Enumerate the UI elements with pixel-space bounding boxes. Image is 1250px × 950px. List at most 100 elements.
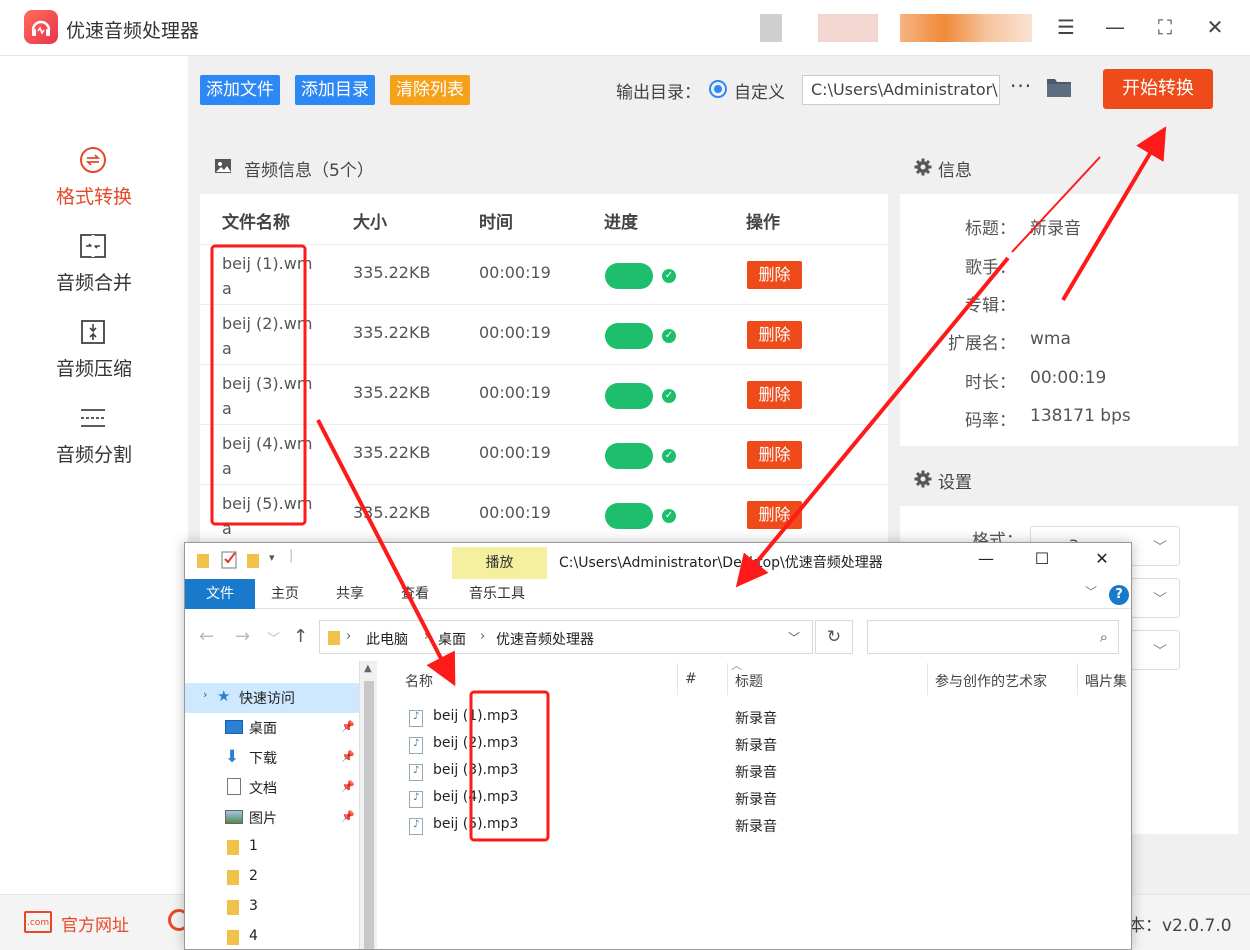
nav-item-desktop[interactable]: 桌面 📌 bbox=[185, 713, 359, 743]
customize-dropdown-icon[interactable]: ▾ bbox=[269, 551, 275, 564]
delete-button[interactable]: 删除 bbox=[747, 501, 802, 529]
nav-item-pictures[interactable]: 图片 📌 bbox=[185, 803, 359, 833]
back-arrow-icon[interactable]: ← bbox=[199, 626, 214, 647]
sidebar-item-audio-merge[interactable]: 音频合并 bbox=[0, 232, 188, 312]
delete-button[interactable]: 删除 bbox=[747, 321, 802, 349]
scroll-up-icon[interactable]: ▲ bbox=[364, 663, 372, 674]
breadcrumb-this-pc[interactable]: 此电脑 bbox=[366, 629, 408, 649]
column-header-album[interactable]: 唱片集 bbox=[1085, 671, 1127, 691]
chevron-down-icon[interactable]: ﹀ bbox=[788, 629, 800, 646]
nav-item-folder-4[interactable]: 4 bbox=[185, 923, 359, 949]
address-bar[interactable]: › 此电脑 › 桌面 › 优速音频处理器 ﹀ bbox=[319, 620, 813, 654]
delete-button[interactable]: 删除 bbox=[747, 381, 802, 409]
file-name: beij (2).wma bbox=[222, 314, 313, 358]
pin-icon[interactable]: 📌 bbox=[341, 720, 355, 733]
forward-arrow-icon[interactable]: → bbox=[235, 626, 250, 647]
sidebar-item-audio-split[interactable]: 音频分割 bbox=[0, 404, 188, 484]
navigation-bar: ← → ﹀ ↑ › 此电脑 › 桌面 › 优速音频处理器 ﹀ ↻ ⌕ bbox=[185, 618, 1131, 658]
table-row[interactable]: beij (2).wma 335.22KB 00:00:19 ✓ 删除 bbox=[200, 304, 888, 364]
nav-item-downloads[interactable]: ⬇ 下载 📌 bbox=[185, 743, 359, 773]
file-row[interactable]: beij (1).mp3 新录音 bbox=[381, 704, 1131, 731]
table-row[interactable]: beij (4).wma 335.22KB 00:00:19 ✓ 删除 bbox=[200, 424, 888, 484]
tab-home[interactable]: 主页 bbox=[261, 579, 309, 609]
file-row[interactable]: beij (4).mp3 新录音 bbox=[381, 785, 1131, 812]
new-folder-icon[interactable] bbox=[247, 552, 259, 572]
clear-list-button[interactable]: 清除列表 bbox=[390, 75, 470, 105]
download-icon: ⬇ bbox=[225, 747, 240, 767]
file-row[interactable]: beij (3).mp3 新录音 bbox=[381, 758, 1131, 785]
navigation-scrollbar[interactable]: ▲ bbox=[359, 661, 377, 949]
output-path-input[interactable]: C:\Users\Administrator\ bbox=[802, 75, 1000, 105]
nav-item-quick-access[interactable]: › ★ 快速访问 bbox=[185, 683, 359, 713]
table-row[interactable]: beij (5).wma 335.22KB 00:00:19 ✓ 删除 bbox=[200, 484, 888, 544]
chevron-down-icon[interactable]: ﹀ bbox=[1085, 583, 1097, 600]
explorer-title-path: C:\Users\Administrator\Desktop\优速音频处理器 bbox=[559, 555, 883, 571]
scrollbar-thumb[interactable] bbox=[364, 681, 374, 949]
chevron-down-icon: ﹀ bbox=[1153, 540, 1167, 556]
breadcrumb-app-folder[interactable]: 优速音频处理器 bbox=[496, 629, 594, 649]
help-icon[interactable]: ? bbox=[1109, 585, 1129, 605]
info-field-bitrate: 码率： 138171 bps bbox=[900, 406, 1238, 436]
nav-item-folder-1[interactable]: 1 bbox=[185, 833, 359, 863]
menu-icon[interactable]: ☰ bbox=[1051, 12, 1081, 42]
search-input[interactable]: ⌕ bbox=[867, 620, 1119, 654]
nav-item-folder-2[interactable]: 2 bbox=[185, 863, 359, 893]
file-size: 335.22KB bbox=[353, 383, 431, 402]
column-header-name[interactable]: 名称 bbox=[405, 671, 433, 691]
tab-file[interactable]: 文件 bbox=[185, 579, 255, 609]
mp3-file-icon bbox=[409, 818, 423, 835]
user-account-blurred[interactable] bbox=[760, 12, 1032, 44]
up-arrow-icon[interactable]: ↑ bbox=[293, 626, 308, 647]
breadcrumb-desktop[interactable]: 桌面 bbox=[438, 629, 466, 649]
nav-item-folder-3[interactable]: 3 bbox=[185, 893, 359, 923]
properties-icon[interactable] bbox=[221, 549, 239, 573]
column-divider[interactable] bbox=[727, 663, 728, 695]
browse-more-button[interactable]: ··· bbox=[1010, 74, 1032, 98]
open-folder-icon[interactable] bbox=[1046, 76, 1072, 98]
context-tab-play[interactable]: 播放 bbox=[452, 547, 547, 579]
maximize-icon[interactable]: ☐ bbox=[1027, 549, 1057, 573]
column-header-number[interactable]: # bbox=[685, 671, 697, 687]
column-divider[interactable] bbox=[1077, 663, 1078, 695]
minimize-icon[interactable]: — bbox=[971, 549, 1001, 573]
file-title: 新录音 bbox=[735, 792, 777, 808]
add-file-button[interactable]: 添加文件 bbox=[200, 75, 280, 105]
pin-icon[interactable]: 📌 bbox=[341, 810, 355, 823]
delete-button[interactable]: 删除 bbox=[747, 261, 802, 289]
column-divider[interactable] bbox=[677, 663, 678, 695]
official-site-link[interactable]: 官方网址 bbox=[61, 911, 129, 936]
sidebar-item-format-convert[interactable]: 格式转换 bbox=[0, 146, 188, 226]
column-header-title[interactable]: 标题 bbox=[735, 671, 763, 691]
add-folder-button[interactable]: 添加目录 bbox=[295, 75, 375, 105]
tab-music-tools[interactable]: 音乐工具 bbox=[459, 579, 535, 609]
pin-icon[interactable]: 📌 bbox=[341, 780, 355, 793]
website-icon[interactable]: .com bbox=[24, 911, 52, 933]
close-icon[interactable]: ✕ bbox=[1200, 12, 1230, 42]
audio-info-title: 音频信息（5个） bbox=[244, 161, 374, 181]
info-title: 信息 bbox=[938, 161, 972, 181]
tab-view[interactable]: 查看 bbox=[391, 579, 439, 609]
pin-icon[interactable]: 📌 bbox=[341, 750, 355, 763]
delete-button[interactable]: 删除 bbox=[747, 441, 802, 469]
nav-item-documents[interactable]: 文档 📌 bbox=[185, 773, 359, 803]
start-convert-button[interactable]: 开始转换 bbox=[1103, 69, 1213, 109]
split-icon bbox=[81, 409, 105, 427]
custom-output-radio[interactable] bbox=[709, 80, 727, 98]
minimize-icon[interactable]: — bbox=[1100, 12, 1130, 42]
refresh-icon[interactable]: ↻ bbox=[815, 620, 853, 654]
recent-dropdown-icon[interactable]: ﹀ bbox=[267, 628, 280, 647]
tab-share[interactable]: 共享 bbox=[326, 579, 374, 609]
column-divider[interactable] bbox=[927, 663, 928, 695]
table-row[interactable]: beij (1).wma 335.22KB 00:00:19 ✓ 删除 bbox=[200, 244, 888, 304]
file-row[interactable]: beij (2).mp3 新录音 bbox=[381, 731, 1131, 758]
custom-output-label[interactable]: 自定义 bbox=[734, 78, 785, 103]
compress-icon bbox=[81, 320, 105, 344]
column-header-artist[interactable]: 参与创作的艺术家 bbox=[935, 671, 1047, 691]
file-explorer-window: ▾ | 播放 C:\Users\Administrator\Desktop\优速… bbox=[184, 542, 1132, 950]
file-row[interactable]: beij (5).mp3 新录音 bbox=[381, 812, 1131, 839]
sidebar-item-audio-compress[interactable]: 音频压缩 bbox=[0, 318, 188, 398]
maximize-icon[interactable]: ⛶ bbox=[1150, 12, 1180, 42]
close-icon[interactable]: ✕ bbox=[1087, 549, 1117, 573]
table-row[interactable]: beij (3).wma 335.22KB 00:00:19 ✓ 删除 bbox=[200, 364, 888, 424]
file-name: beij (2).mp3 bbox=[433, 735, 519, 751]
